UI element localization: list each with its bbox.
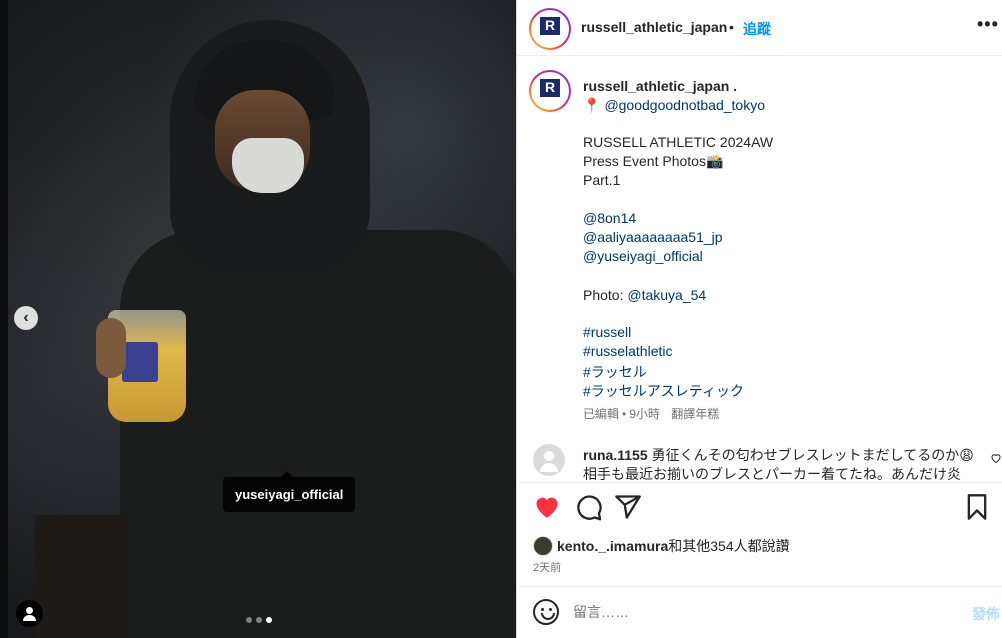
carousel-dots [246,617,272,623]
chevron-left-icon[interactable]: ‹ [14,306,38,330]
caption-location: 📍 @goodgoodnotbad_tokyo [583,97,765,114]
hashtag-link[interactable]: #ラッセル [583,362,647,382]
comment-like-icon[interactable] [990,452,1002,464]
caption-part: Part.1 [583,172,621,188]
photo-credit-label: Photo: [583,287,624,303]
user-tag-label[interactable]: yuseiyagi_official [223,471,356,512]
comment-item: runa.1155 勇征くんその匂わせブレスレットまだしてるのか😩 相手も最近お揃… [517,440,1002,480]
mention-link[interactable]: @yuseiyagi_official [583,248,703,264]
comment-icon[interactable] [575,493,603,521]
more-icon[interactable]: ••• [977,14,999,35]
caption-username[interactable]: russell_athletic_japan . [583,78,737,94]
photo-figure-body [120,230,516,638]
share-icon[interactable] [614,493,642,521]
post-header: russell_athletic_japan • 追蹤 ••• [517,0,1002,56]
likes-text[interactable]: 和其他354人都說讚 [668,536,789,556]
hashtag-link[interactable]: #ラッセルアスレティック [583,381,744,401]
photo-cup-logo [122,342,158,382]
russell-logo-icon [540,17,560,41]
meta-dot: • [622,407,627,421]
post-time: 9小時 [629,407,660,421]
caption-meta: 已編輯 • 9小時 翻譯年糕 [583,405,719,422]
caption: russell_athletic_japan . 📍@goodgoodnotba… [517,56,1002,436]
mention-link[interactable]: @aaliyaaaaaaaa51_jp [583,229,723,245]
photo-credit: Photo: @takuya_54 [583,287,706,303]
comment-username[interactable]: runa.1155 [583,447,648,463]
add-comment-bar: 發佈 [517,586,1002,638]
likes-summary: kento._.imamura 和其他354人都說讚 [533,536,790,556]
liker-avatar[interactable] [533,536,553,556]
location-link[interactable]: @goodgoodnotbad_tokyo [604,97,765,113]
avatar[interactable] [529,70,571,112]
caption-subtitle: Press Event Photos📸 [583,153,724,169]
avatar[interactable] [529,8,571,50]
post-comment-button[interactable]: 發佈 [972,604,1000,624]
header-username[interactable]: russell_athletic_japan [581,19,727,35]
avatar[interactable] [533,444,565,476]
heart-icon[interactable] [533,493,561,521]
post-side-panel: russell_athletic_japan • 追蹤 ••• russell_… [516,0,1002,638]
hashtag-link[interactable]: #russelathletic [583,343,673,359]
photo-hand [96,318,126,378]
comment-input[interactable] [573,601,953,623]
follow-button[interactable]: 追蹤 [743,19,771,39]
photo-figure-mask [232,138,304,193]
bookmark-icon[interactable] [963,493,991,521]
post-date: 2天前 [533,562,562,574]
mention-link[interactable]: @8on14 [583,210,636,226]
carousel-dot [256,617,262,623]
comment-text-line1: runa.1155 勇征くんその匂わせブレスレットまだしてるのか😩 [583,445,974,465]
comment-text: 勇征くんその匂わせブレスレットまだしてるのか😩 [651,447,974,463]
location-pin-icon: 📍 [583,97,601,113]
liker-username[interactable]: kento._.imamura [557,538,668,554]
edited-label: 已編輯 [583,407,620,421]
emoji-icon[interactable] [533,599,559,625]
translate-link[interactable]: 翻譯年糕 [671,407,719,421]
post-photo[interactable]: ‹ yuseiyagi_official [0,0,516,638]
header-dot: • [729,19,734,35]
comment-text-line2: 相手も最近お揃いのブレスとパーカー着てたね。あんだけ炎 [583,466,961,480]
hashtag-link[interactable]: #russell [583,324,631,340]
post-actions: kento._.imamura 和其他354人都說讚 2天前 [517,482,1002,586]
russell-logo-icon [540,79,560,103]
carousel-dot [246,617,252,623]
post-modal: ‹ yuseiyagi_official russell_athletic_ja… [0,0,1002,638]
user-tag-icon[interactable] [16,600,43,627]
carousel-dot-active [266,617,272,623]
caption-title: RUSSELL ATHLETIC 2024AW [583,134,774,150]
photo-bench [35,515,125,638]
mention-link[interactable]: @takuya_54 [627,287,706,303]
photo-edge [0,0,8,638]
